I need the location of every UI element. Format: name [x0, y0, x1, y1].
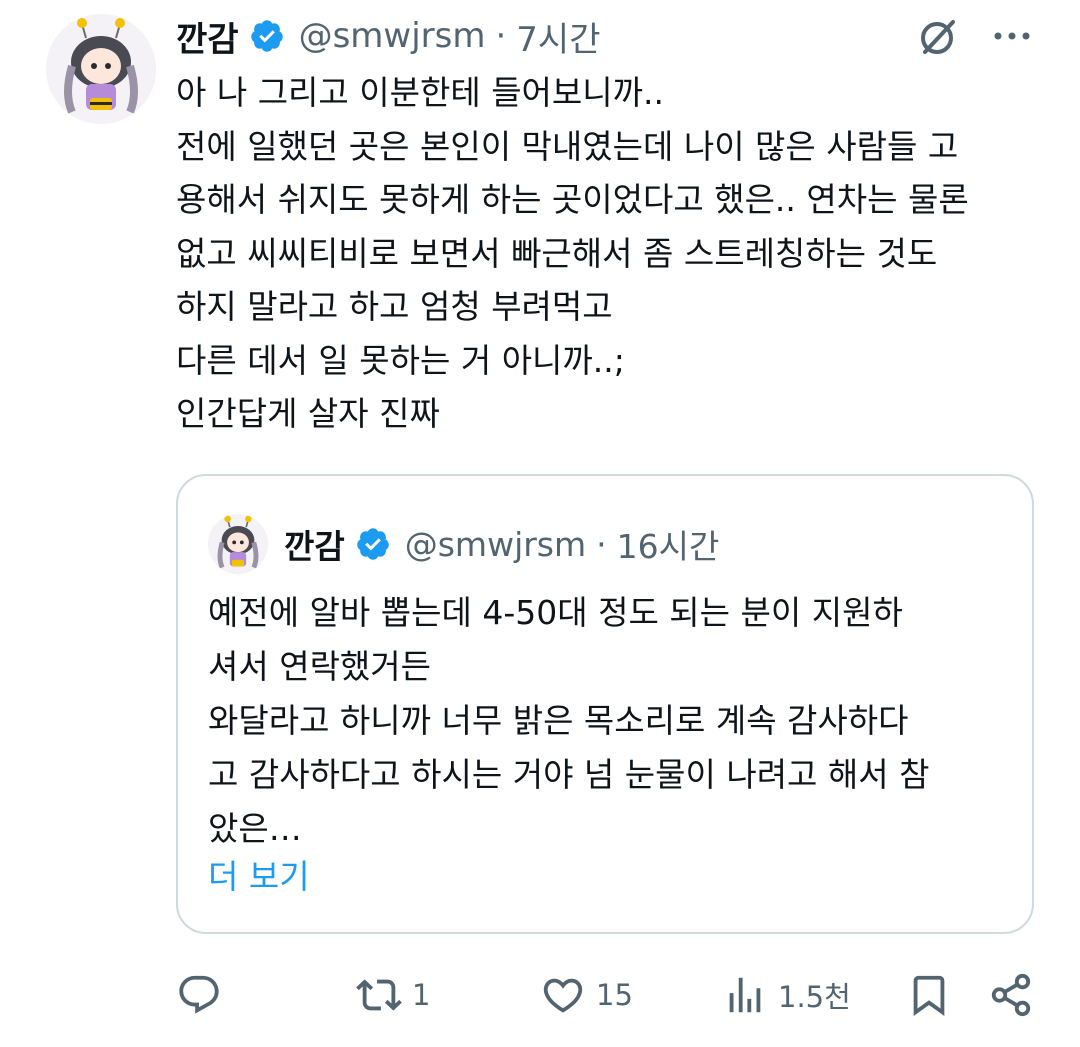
grok-icon[interactable] — [915, 14, 961, 60]
reply-button[interactable] — [176, 960, 232, 1030]
quote-user-handle[interactable]: @smwjrsm — [405, 525, 586, 564]
tweet-line: 하지 말라고 하고 엄청 부려먹고 — [176, 287, 613, 326]
quote-timestamp[interactable]: 16시간 — [617, 520, 720, 568]
quoted-tweet[interactable]: 깐감 @smwjrsm · 16시간 예전에 알바 뽑는데 4-50대 정도 되… — [176, 474, 1034, 934]
bookmark-button[interactable] — [906, 960, 952, 1030]
tweet-line: 용해서 쉬지도 못하게 하는 곳이었다고 했은.. 연차는 물론 — [176, 180, 969, 219]
quote-text: 예전에 알바 뽑는데 4-50대 정도 되는 분이 지원하 셔서 연락했거든 와… — [208, 586, 1008, 856]
verified-badge-icon — [250, 20, 283, 52]
share-button[interactable] — [988, 960, 1034, 1030]
tweet-line: 인간답게 살자 진짜 — [176, 394, 440, 433]
views-icon — [729, 977, 761, 1013]
quote-display-name[interactable]: 깐감 — [284, 520, 345, 568]
retweet-count: 1 — [412, 978, 431, 1012]
quote-line: 았은… — [208, 809, 302, 848]
tweet-line: 없고 씨씨티비로 보면서 빠근해서 좀 스트레칭하는 것도 — [176, 233, 938, 273]
retweet-button[interactable]: 1 — [356, 960, 430, 1030]
separator-dot: · — [495, 16, 507, 56]
quote-line: 셔서 연락했거든 — [208, 647, 432, 686]
views-count: 1.5천 — [778, 980, 851, 1014]
reply-icon — [179, 975, 219, 1014]
like-count: 15 — [596, 978, 633, 1012]
quote-line: 와달라고 하니까 너무 밝은 목소리로 계속 감사하다 — [208, 701, 909, 740]
retweet-icon — [356, 979, 402, 1011]
timestamp[interactable]: 7시간 — [516, 12, 600, 61]
share-icon — [991, 973, 1031, 1017]
quote-avatar[interactable] — [208, 514, 268, 574]
tweet-header: 깐감 @smwjrsm · 7시간 — [176, 10, 600, 62]
tweet-line: 다른 데서 일 못하는 거 아니까..; — [176, 340, 625, 380]
tweet-text: 아 나 그리고 이분한테 들어보니까.. 전에 일했던 곳은 본인이 막내였는데… — [176, 66, 1056, 441]
quote-header: 깐감 @smwjrsm · 16시간 — [284, 518, 719, 570]
like-button[interactable]: 15 — [540, 960, 633, 1030]
action-bar: 1 15 1.5천 — [0, 960, 1080, 1030]
quote-line: 고 감사하다고 하시는 거야 넘 눈물이 나려고 해서 참 — [208, 755, 930, 794]
views-button[interactable]: 1.5천 — [722, 960, 851, 1030]
more-options-icon[interactable] — [990, 20, 1034, 52]
display-name[interactable]: 깐감 — [176, 12, 239, 61]
bookmark-icon — [913, 975, 945, 1016]
show-more-link[interactable]: 더 보기 — [208, 850, 310, 904]
avatar[interactable] — [46, 14, 156, 124]
tweet-line: 아 나 그리고 이분한테 들어보니까.. — [176, 73, 664, 112]
quote-line: 예전에 알바 뽑는데 4-50대 정도 되는 분이 지원하 — [208, 593, 903, 632]
verified-badge-icon — [356, 528, 389, 560]
user-handle[interactable]: @smwjrsm — [299, 16, 486, 56]
heart-icon — [543, 978, 583, 1013]
tweet-line: 전에 일했던 곳은 본인이 막내였는데 나이 많은 사람들 고 — [176, 126, 959, 166]
separator-dot: · — [596, 524, 607, 564]
